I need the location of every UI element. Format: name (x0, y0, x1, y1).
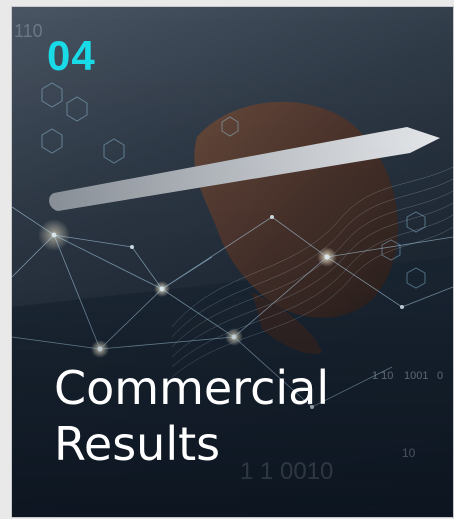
card-title-line-1: Commercial (54, 361, 330, 415)
card-title: Commercial Results (54, 360, 434, 472)
card-title-line-2: Results (54, 417, 221, 471)
card-number: 04 (47, 32, 96, 79)
commercial-results-card[interactable]: 110 1 10 1001 0 1 1 0010 10 04 Commercia… (12, 7, 453, 517)
page-frame: 110 1 10 1001 0 1 1 0010 10 04 Commercia… (0, 0, 454, 519)
